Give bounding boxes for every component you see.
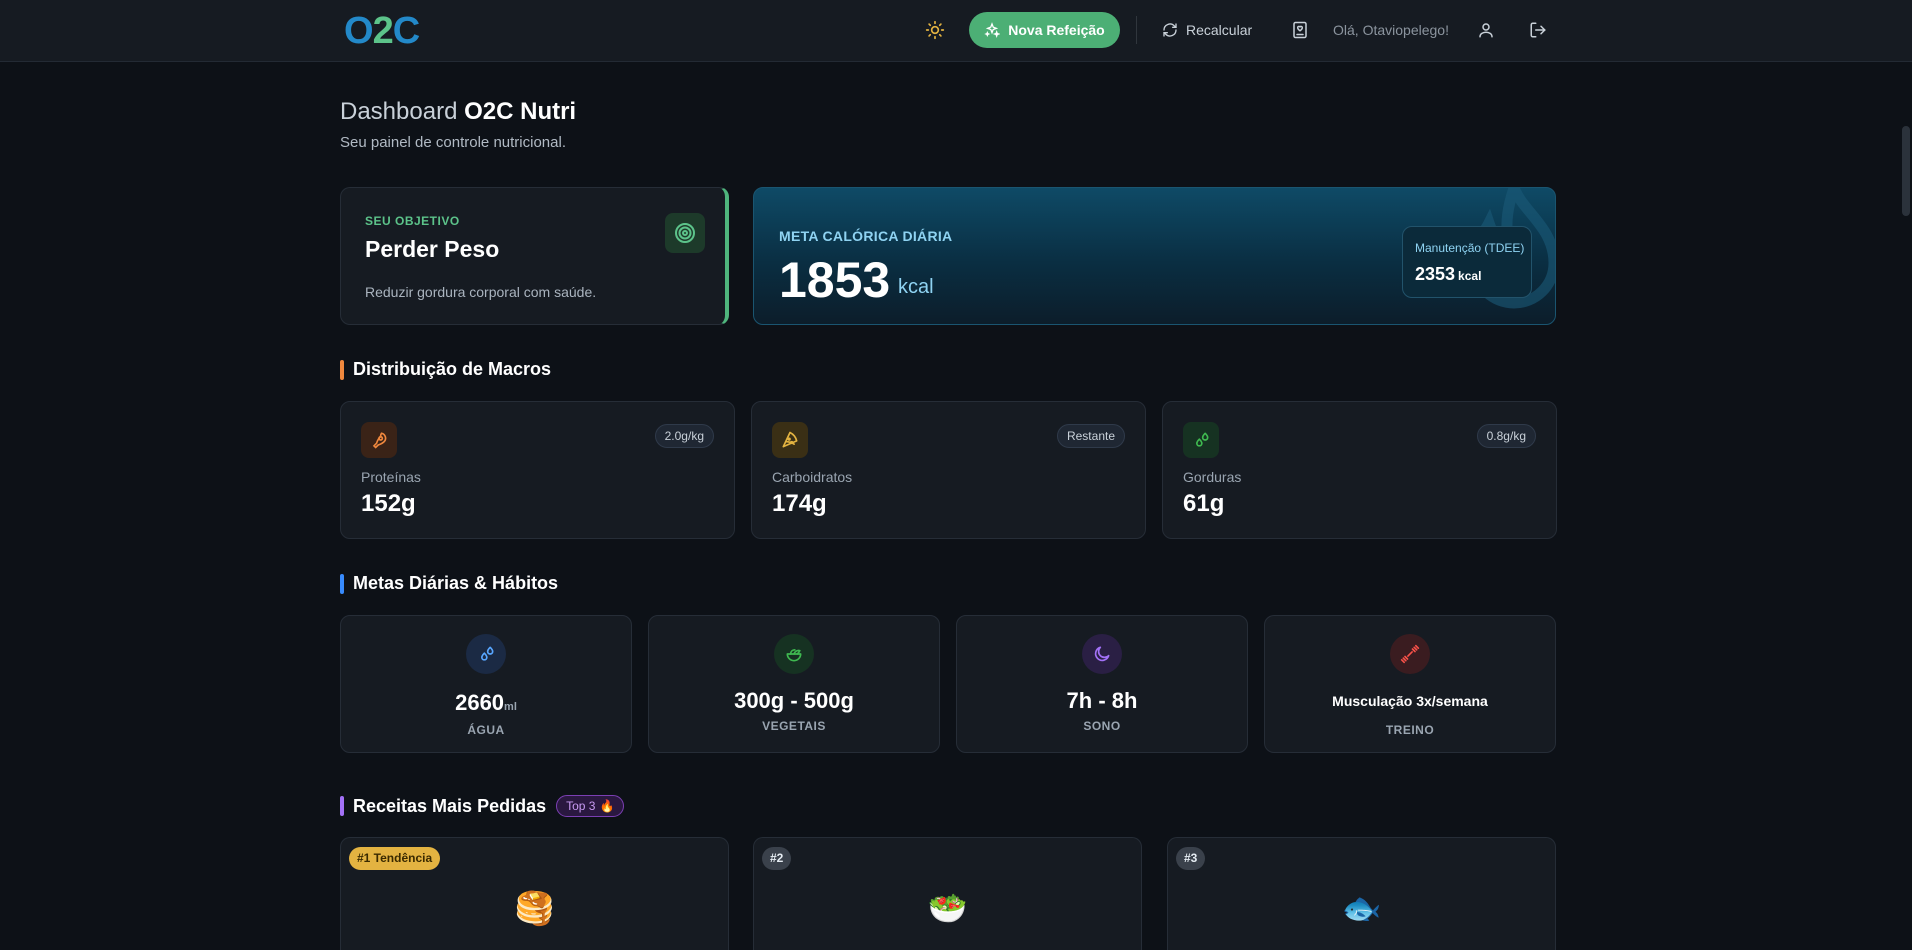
target-icon bbox=[665, 213, 705, 253]
droplets-icon bbox=[1183, 422, 1219, 458]
habit-label: VEGETAIS bbox=[762, 719, 826, 733]
macro-badge: 0.8g/kg bbox=[1476, 424, 1536, 448]
calorie-goal-unit: kcal bbox=[898, 276, 934, 298]
scrollbar-thumb[interactable] bbox=[1902, 126, 1910, 216]
water-drops-icon bbox=[466, 634, 506, 674]
macro-badge: 2.0g/kg bbox=[654, 424, 714, 448]
page-scrollbar[interactable] bbox=[1900, 62, 1912, 950]
recipe-card-3[interactable]: #3 🐟 bbox=[1167, 837, 1556, 950]
habit-value: 2660ml bbox=[455, 690, 517, 715]
macro-value: 152g bbox=[361, 490, 416, 517]
habit-card-vegetables: 300g - 500g VEGETAIS bbox=[648, 615, 940, 753]
logout-icon[interactable] bbox=[1526, 18, 1550, 42]
rank-badge: #3 bbox=[1176, 847, 1206, 870]
meat-icon bbox=[361, 422, 397, 458]
page-subtitle: Seu painel de controle nutricional. bbox=[340, 134, 566, 151]
salad-bowl-icon: 🥗 bbox=[927, 890, 968, 926]
macros-section-title: Distribuição de Macros bbox=[340, 359, 551, 380]
habit-card-sleep: 7h - 8h SONO bbox=[956, 615, 1248, 753]
refresh-icon bbox=[1163, 23, 1177, 37]
macro-label: Gorduras bbox=[1183, 469, 1242, 485]
habit-card-water: 2660ml ÁGUA bbox=[340, 615, 632, 753]
tdee-value: 2353 kcal bbox=[1415, 264, 1482, 284]
calorie-goal-value: 1853 bbox=[779, 252, 891, 308]
macro-value: 174g bbox=[772, 490, 827, 517]
sparkles-icon bbox=[984, 22, 1001, 38]
objective-kicker: SEU OBJETIVO bbox=[365, 214, 460, 228]
calorie-goal-card: META CALÓRICA DIÁRIA 1853 kcal Manutençã… bbox=[753, 187, 1556, 325]
macro-card-protein: 2.0g/kg Proteínas 152g bbox=[340, 401, 735, 539]
habit-value: 300g - 500g bbox=[734, 688, 854, 713]
theme-toggle-sun-icon[interactable] bbox=[923, 18, 947, 42]
macro-label: Carboidratos bbox=[772, 469, 853, 485]
user-greeting: Olá, Otaviopelego! bbox=[1333, 22, 1449, 38]
tdee-box: Manutenção (TDEE) 2353 kcal bbox=[1402, 226, 1532, 298]
calorie-goal-kicker: META CALÓRICA DIÁRIA bbox=[779, 228, 953, 244]
recipe-book-icon[interactable] bbox=[1288, 18, 1312, 42]
habit-value: 7h - 8h bbox=[1066, 688, 1138, 713]
objective-card: SEU OBJETIVO Perder Peso Reduzir gordura… bbox=[340, 187, 729, 325]
rank-badge: #1 Tendência bbox=[349, 847, 441, 870]
top-badge: Top 3 🔥 bbox=[556, 795, 625, 817]
macro-value: 61g bbox=[1183, 490, 1225, 517]
tdee-label: Manutenção (TDEE) bbox=[1415, 241, 1525, 255]
habit-label: ÁGUA bbox=[467, 723, 505, 737]
pancakes-icon: 🥞 bbox=[514, 890, 555, 926]
fire-icon: 🔥 bbox=[599, 799, 615, 813]
recipes-section-title: Receitas Mais Pedidas Top 3 🔥 bbox=[340, 795, 625, 817]
moon-icon bbox=[1082, 634, 1122, 674]
recipe-card-1[interactable]: #1 Tendência 🥞 bbox=[340, 837, 729, 950]
objective-title: Perder Peso bbox=[365, 236, 500, 262]
pizza-slice-icon bbox=[772, 422, 808, 458]
new-meal-button[interactable]: Nova Refeição bbox=[969, 12, 1120, 48]
recalculate-button[interactable]: Recalcular bbox=[1162, 16, 1252, 44]
objective-description: Reduzir gordura corporal com saúde. bbox=[365, 284, 597, 300]
top-navbar: O2C Nova Refeição Recalcular Olá, Otavio… bbox=[0, 0, 1912, 62]
fish-icon: 🐟 bbox=[1341, 890, 1382, 926]
section-accent-bar bbox=[340, 796, 344, 816]
app-logo[interactable]: O2C bbox=[344, 11, 420, 51]
page-title: Dashboard O2C Nutri bbox=[340, 98, 577, 125]
section-accent-bar bbox=[340, 573, 344, 594]
header-divider bbox=[1136, 16, 1137, 44]
habit-label: TREINO bbox=[1385, 723, 1435, 737]
dumbbell-icon bbox=[1390, 634, 1430, 674]
salad-icon bbox=[774, 634, 814, 674]
rank-badge: #2 bbox=[762, 847, 792, 870]
macro-card-fat: 0.8g/kg Gorduras 61g bbox=[1162, 401, 1557, 539]
macro-badge: Restante bbox=[1056, 424, 1125, 448]
habits-section-title: Metas Diárias & Hábitos bbox=[340, 573, 558, 594]
recipe-card-2[interactable]: #2 🥗 bbox=[753, 837, 1142, 950]
habit-card-workout: Musculação 3x/semana TREINO bbox=[1264, 615, 1556, 753]
macro-card-carbs: Restante Carboidratos 174g bbox=[751, 401, 1146, 539]
habit-value: Musculação 3x/semana bbox=[1332, 693, 1488, 709]
macro-label: Proteínas bbox=[361, 469, 421, 485]
user-profile-icon[interactable] bbox=[1474, 18, 1498, 42]
habit-label: SONO bbox=[1083, 719, 1121, 733]
section-accent-bar bbox=[340, 359, 344, 380]
